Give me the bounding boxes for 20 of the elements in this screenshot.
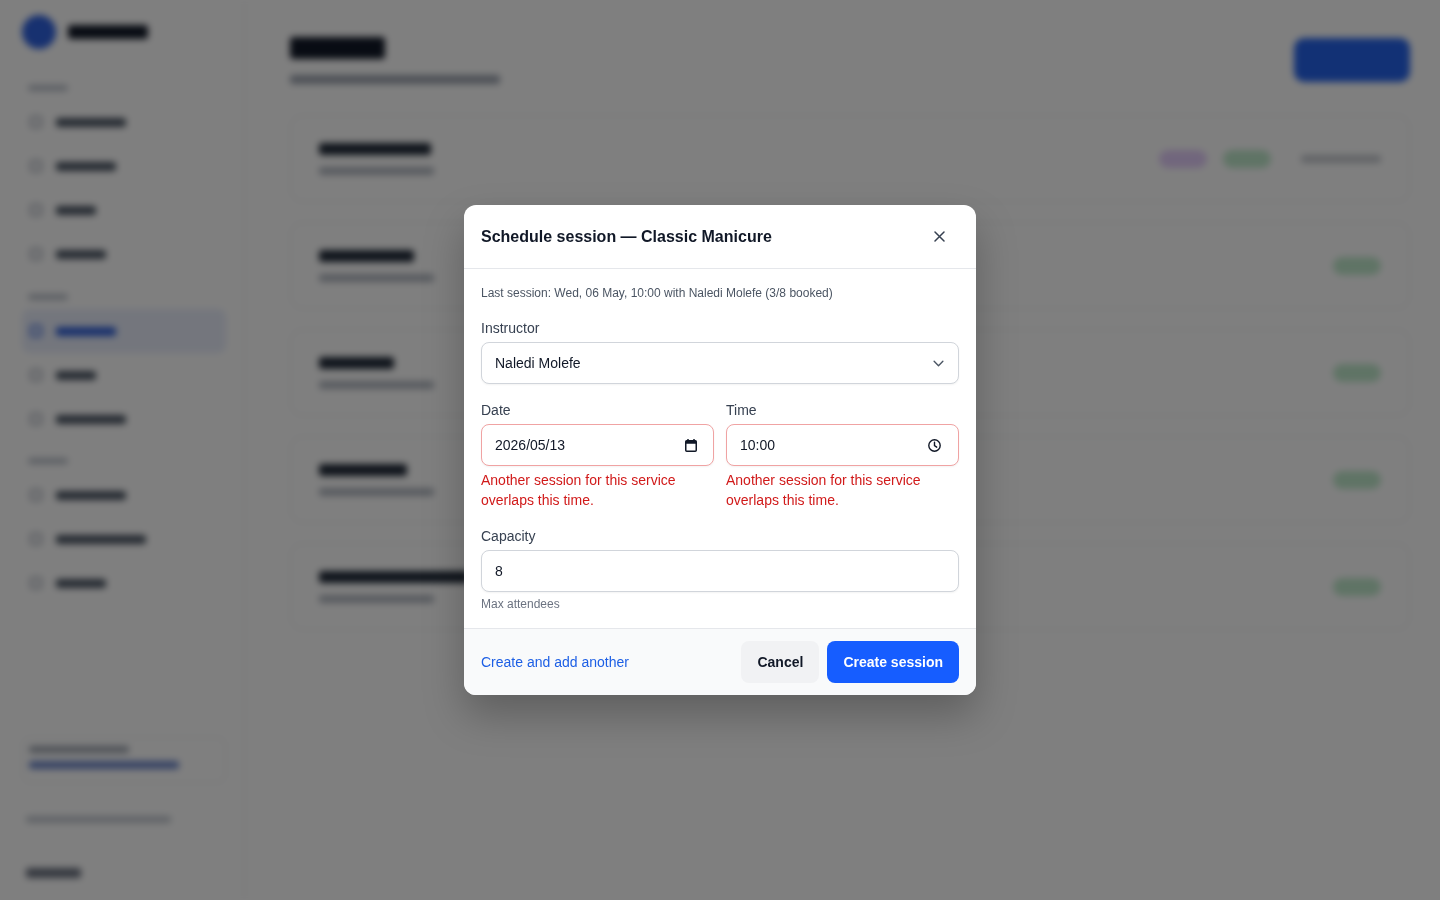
chevron-down-icon: [933, 359, 944, 367]
clock-icon: [928, 438, 941, 452]
field-label: Date: [481, 401, 511, 420]
dialog-title: Schedule session — Classic Manicure: [481, 227, 772, 246]
field-label: Instructor: [481, 319, 540, 338]
number-field[interactable]: 8: [481, 550, 959, 592]
close-icon: [933, 231, 945, 242]
submit-button[interactable]: Create session: [827, 641, 959, 683]
time-field[interactable]: 10:00: [726, 424, 959, 466]
date-field[interactable]: 2026/05/13: [481, 424, 714, 466]
error-message: Another session for this service overlaps this time.: [726, 471, 922, 510]
help-text: Max attendees: [481, 596, 560, 612]
field-label: Capacity: [481, 527, 536, 546]
field-label: Time: [726, 401, 757, 420]
cancel-button[interactable]: Cancel: [741, 641, 820, 683]
error-message: Another session for this service overlaps this time.: [481, 471, 677, 510]
select-field[interactable]: Naledi Molefe: [481, 342, 959, 384]
calendar-icon: [685, 438, 697, 452]
last-session-info: Last session: Wed, 06 May, 10:00 with Naledi Molefe (3/8 booked): [481, 285, 834, 301]
create-another-link[interactable]: Create and add another: [481, 654, 629, 670]
